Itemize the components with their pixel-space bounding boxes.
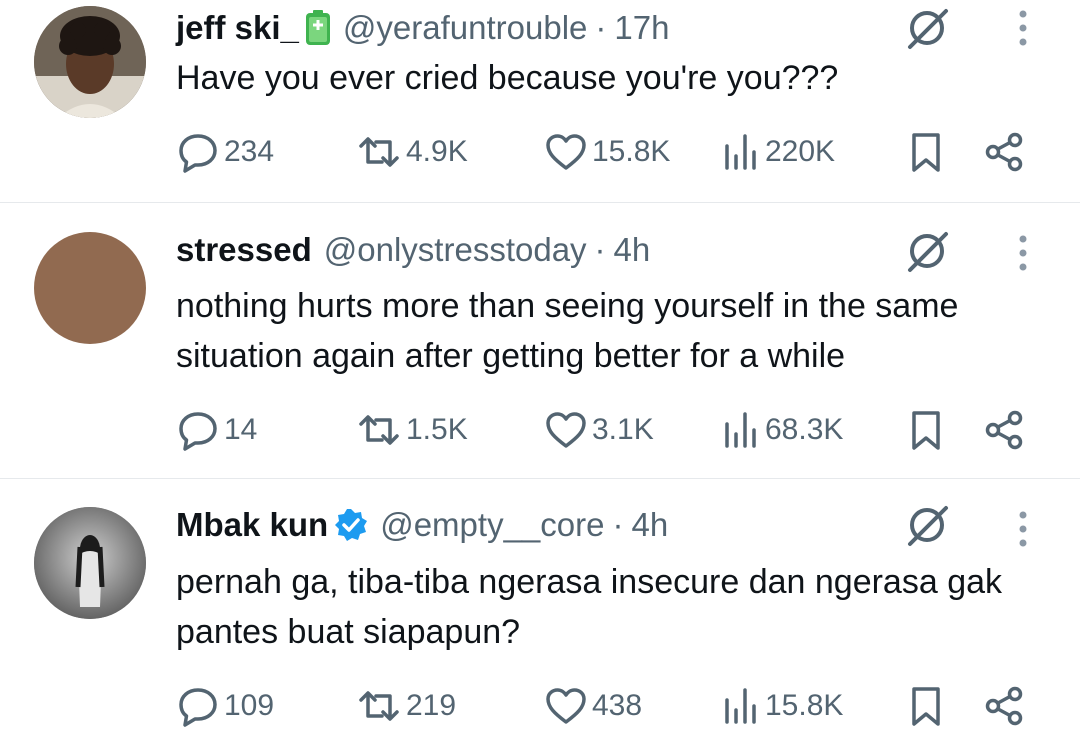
views-count: 15.8K	[765, 689, 844, 722]
heart-icon	[546, 688, 586, 724]
repost-count: 219	[406, 689, 457, 722]
like-button[interactable]: 15.8K	[544, 128, 670, 176]
display-name[interactable]: Mbak kun	[176, 506, 328, 544]
like-count: 15.8K	[592, 135, 671, 168]
repost-icon	[359, 691, 399, 721]
reply-icon	[179, 134, 217, 173]
avatar[interactable]	[34, 6, 146, 118]
user-handle[interactable]: @yerafuntrouble	[343, 9, 587, 47]
views-icon	[725, 412, 756, 448]
views-icon	[725, 134, 756, 170]
tweet-2[interactable]: stressed @onlystresstoday · 4h nothing h…	[0, 203, 1080, 478]
repost-icon	[359, 415, 399, 445]
reply-icon	[179, 412, 217, 451]
tweet-header: jeff ski_ @yerafuntrouble · 17h	[176, 6, 669, 50]
tweet-header: stressed @onlystresstoday · 4h	[176, 228, 650, 272]
reply-button[interactable]: 234	[176, 128, 274, 176]
avatar[interactable]	[34, 232, 146, 344]
tweet-text: nothing hurts more than seeing yourself …	[176, 287, 959, 375]
grok-icon[interactable]	[902, 3, 952, 53]
timestamp[interactable]: 4h	[631, 506, 668, 544]
tweet-header: Mbak kun @empty__core · 4h	[176, 503, 668, 547]
reply-icon	[179, 688, 217, 727]
reply-count: 109	[224, 689, 275, 722]
user-handle[interactable]: @empty__core	[380, 506, 604, 544]
bookmark-icon	[912, 411, 940, 450]
reply-button[interactable]: 109	[176, 682, 274, 730]
views-button[interactable]: 15.8K	[721, 682, 843, 730]
heart-icon	[546, 134, 586, 170]
verified-badge-icon	[334, 508, 368, 542]
repost-button[interactable]: 219	[356, 682, 456, 730]
repost-icon	[359, 137, 399, 167]
bookmark-icon	[912, 133, 940, 172]
bookmark-button[interactable]	[906, 128, 946, 176]
repost-button[interactable]: 4.9K	[356, 128, 468, 176]
tweet-1[interactable]: jeff ski_ @yerafuntrouble · 17h Have you…	[0, 0, 1080, 202]
reply-count: 14	[224, 413, 258, 446]
grok-icon[interactable]	[902, 500, 952, 550]
tweet-text: Have you ever cried because you're you??…	[176, 59, 839, 97]
repost-button[interactable]: 1.5K	[356, 406, 468, 454]
timestamp[interactable]: 17h	[614, 9, 669, 47]
more-options-icon[interactable]	[1008, 507, 1038, 551]
separator-dot: ·	[594, 231, 606, 268]
views-count: 68.3K	[765, 413, 844, 446]
avatar[interactable]	[34, 507, 146, 619]
bookmark-button[interactable]	[906, 682, 946, 730]
like-button[interactable]: 438	[544, 682, 642, 730]
share-icon	[985, 686, 1023, 726]
repost-count: 1.5K	[406, 413, 468, 446]
display-name[interactable]: stressed	[176, 231, 312, 269]
bookmark-icon	[912, 687, 940, 726]
separator-dot: ·	[612, 506, 624, 543]
like-button[interactable]: 3.1K	[544, 406, 654, 454]
action-bar: 109 219 438 15.8K	[176, 682, 1056, 730]
share-button[interactable]	[982, 682, 1026, 730]
views-icon	[725, 688, 756, 724]
like-count: 3.1K	[592, 413, 654, 446]
bookmark-button[interactable]	[906, 406, 946, 454]
views-button[interactable]: 220K	[721, 128, 835, 176]
grok-icon[interactable]	[902, 226, 952, 276]
views-count: 220K	[765, 135, 836, 168]
share-button[interactable]	[982, 406, 1026, 454]
reply-button[interactable]: 14	[176, 406, 257, 454]
more-options-icon[interactable]	[1008, 231, 1038, 275]
repost-count: 4.9K	[406, 135, 468, 168]
share-button[interactable]	[982, 128, 1026, 176]
timestamp[interactable]: 4h	[614, 231, 651, 269]
reply-count: 234	[224, 135, 275, 168]
avatar-photo	[34, 507, 146, 619]
share-icon	[985, 410, 1023, 450]
tweet-3[interactable]: Mbak kun @empty__core · 4h pernah ga, ti…	[0, 479, 1080, 741]
heart-icon	[546, 412, 586, 448]
views-button[interactable]: 68.3K	[721, 406, 843, 454]
like-count: 438	[592, 689, 643, 722]
action-bar: 234 4.9K 15.8K 220K	[176, 128, 1056, 176]
avatar-photo	[34, 6, 146, 118]
user-handle[interactable]: @onlystresstoday	[324, 231, 587, 269]
battery-icon	[305, 10, 331, 46]
display-name[interactable]: jeff ski_	[176, 9, 299, 47]
tweet-text: pernah ga, tiba-tiba ngerasa insecure da…	[176, 563, 1003, 651]
action-bar: 14 1.5K 3.1K 68.3K	[176, 406, 1056, 454]
share-icon	[985, 132, 1023, 172]
separator-dot: ·	[595, 9, 607, 46]
more-options-icon[interactable]	[1008, 6, 1038, 50]
